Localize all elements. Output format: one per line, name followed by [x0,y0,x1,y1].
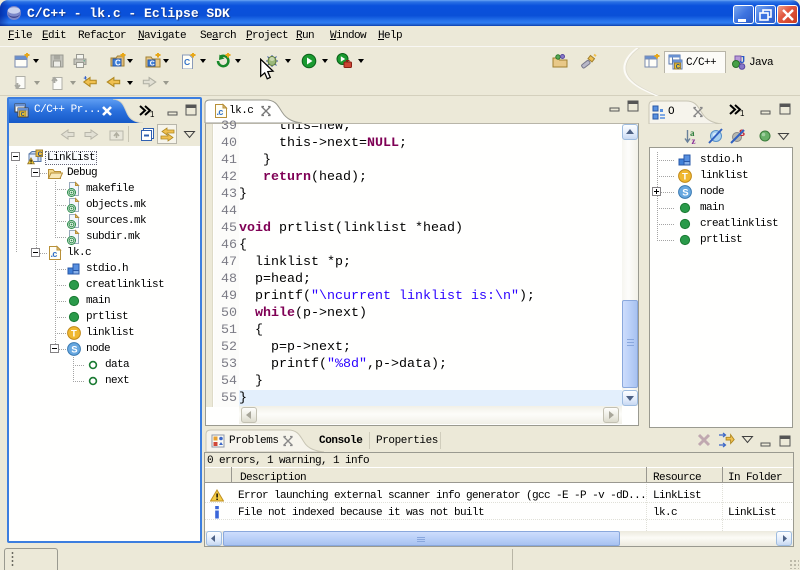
svg-text:.c: .c [217,107,224,117]
svg-text:C: C [150,61,155,68]
svg-text:S: S [71,345,77,356]
svg-text:T: T [71,329,77,340]
svg-text:1: 1 [740,109,745,117]
svg-text:z: z [692,136,696,145]
svg-text:C: C [184,57,190,67]
svg-text:J: J [740,55,745,66]
svg-text:C: C [115,59,121,68]
svg-text:S: S [682,188,688,199]
svg-text:.c: .c [51,249,58,259]
svg-text:1: 1 [150,110,155,118]
svg-text:T: T [682,172,688,183]
